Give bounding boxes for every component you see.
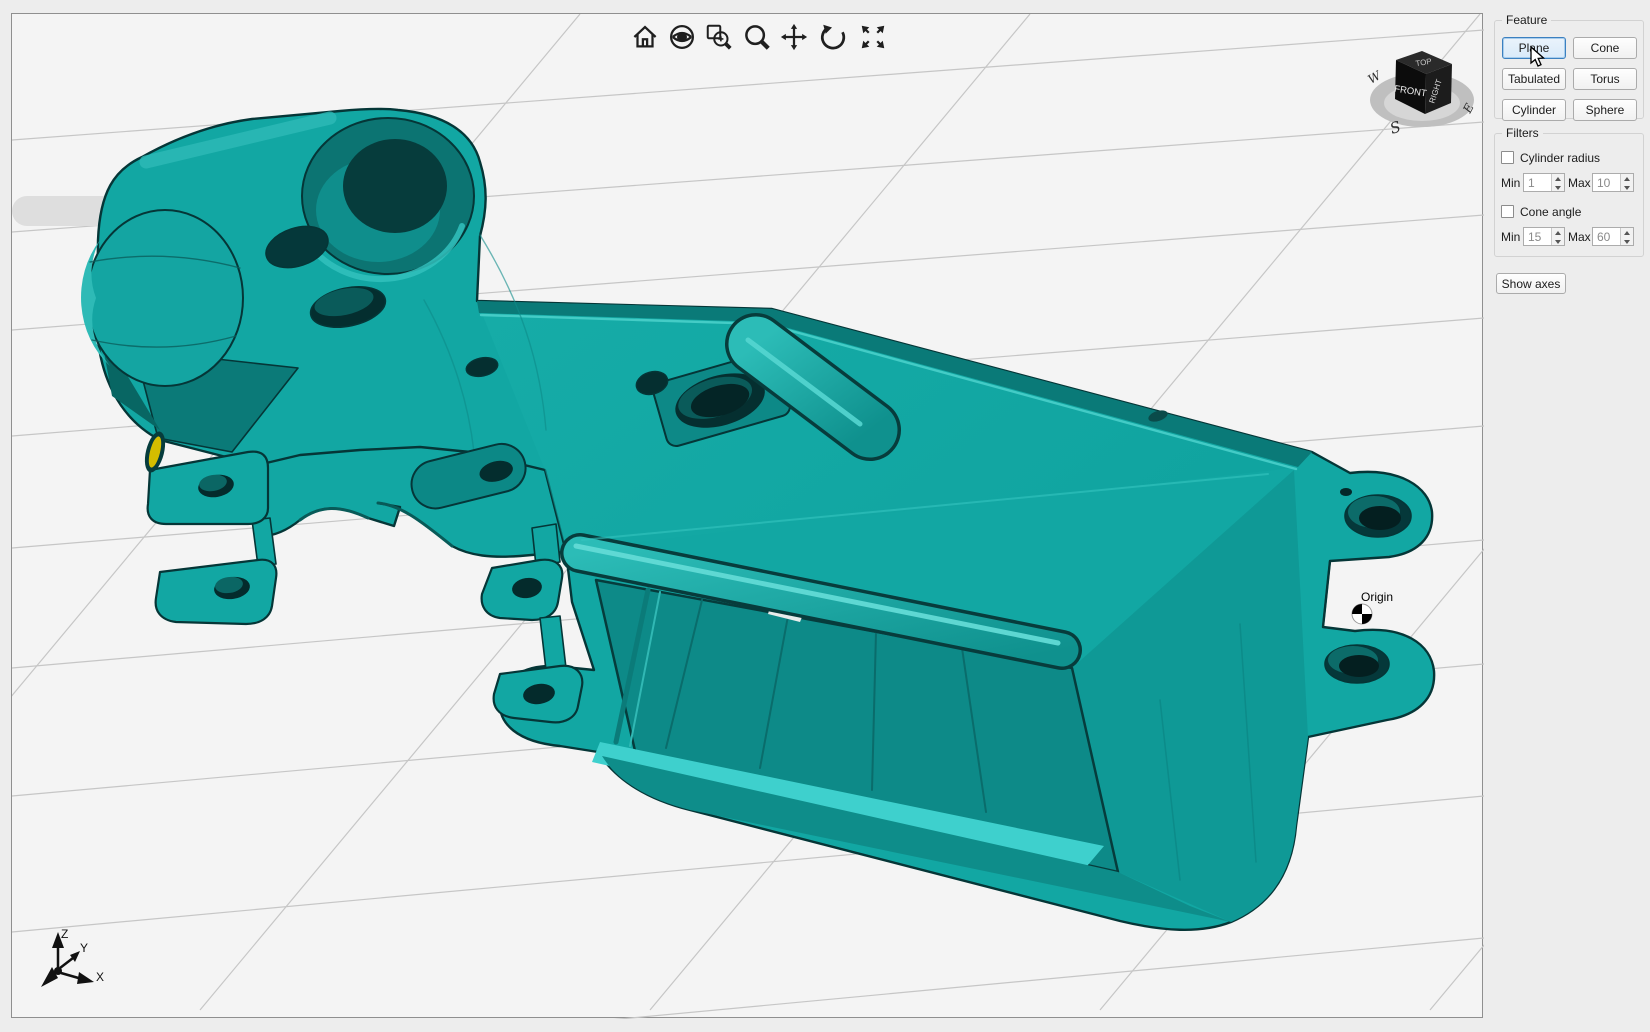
model-3d-part[interactable] (81, 107, 1436, 932)
plane-button[interactable]: Plane (1502, 37, 1566, 59)
cad-app-window: { "toolbar": { "icons": [ {"name": "home… (0, 0, 1650, 1032)
spin-up-icon[interactable] (1552, 174, 1564, 183)
cone-max-spinner[interactable]: 60 (1592, 227, 1634, 246)
spin-down-icon[interactable] (1621, 182, 1633, 191)
feature-group-title: Feature (1502, 13, 1552, 27)
axis-x-label: X (96, 970, 104, 984)
cylinder-button[interactable]: Cylinder (1502, 99, 1566, 121)
tabulated-button[interactable]: Tabulated (1502, 68, 1566, 90)
view-cube[interactable]: TOP FRONT RIGHT W S E (1358, 32, 1488, 142)
cone-angle-checkbox[interactable] (1501, 205, 1514, 218)
cone-button[interactable]: Cone (1573, 37, 1637, 59)
filters-groupbox: Filters Cylinder radius Min 1 Max 10 Con… (1494, 126, 1644, 257)
3d-viewport[interactable]: Origin Z Y X TOP FRONT RIGHT W S E (11, 13, 1484, 1019)
scene-canvas[interactable]: Origin Z Y X (12, 14, 1484, 1019)
spin-down-icon[interactable] (1621, 236, 1633, 245)
cone-max-label: Max (1568, 230, 1591, 244)
cone-min-label: Min (1501, 230, 1521, 244)
axis-triad: Z Y X (41, 927, 104, 987)
eye-icon[interactable] (667, 22, 697, 52)
feature-groupbox: Feature Plane Cone Tabulated Torus Cylin… (1494, 13, 1644, 121)
spin-down-icon[interactable] (1552, 182, 1564, 191)
show-axes-button[interactable]: Show axes (1496, 273, 1566, 294)
home-icon[interactable] (630, 22, 660, 52)
cone-min-spinner[interactable]: 15 (1523, 227, 1565, 246)
origin-label: Origin (1361, 590, 1393, 604)
spin-up-icon[interactable] (1552, 228, 1564, 237)
zoom-window-icon[interactable] (704, 22, 734, 52)
cylinder-radius-label: Cylinder radius (1520, 151, 1601, 165)
axis-z-label: Z (61, 927, 68, 941)
torus-button[interactable]: Torus (1573, 68, 1637, 90)
spin-up-icon[interactable] (1621, 174, 1633, 183)
cyl-max-spinner[interactable]: 10 (1592, 173, 1634, 192)
cone-angle-label: Cone angle (1520, 205, 1582, 219)
cylinder-radius-checkbox[interactable] (1501, 151, 1514, 164)
right-panel: Feature Plane Cone Tabulated Torus Cylin… (1484, 0, 1650, 1032)
cyl-min-label: Min (1501, 176, 1521, 190)
pan-icon[interactable] (779, 22, 809, 52)
zoom-fit-icon[interactable] (858, 22, 888, 52)
spin-down-icon[interactable] (1552, 236, 1564, 245)
origin-marker: Origin (1351, 589, 1395, 625)
spin-up-icon[interactable] (1621, 228, 1633, 237)
filters-group-title: Filters (1502, 126, 1543, 140)
cyl-min-spinner[interactable]: 1 (1523, 173, 1565, 192)
axis-y-label: Y (80, 941, 88, 955)
cyl-max-label: Max (1568, 176, 1591, 190)
zoom-icon[interactable] (742, 22, 772, 52)
rotate-icon[interactable] (818, 22, 848, 52)
sphere-button[interactable]: Sphere (1573, 99, 1637, 121)
